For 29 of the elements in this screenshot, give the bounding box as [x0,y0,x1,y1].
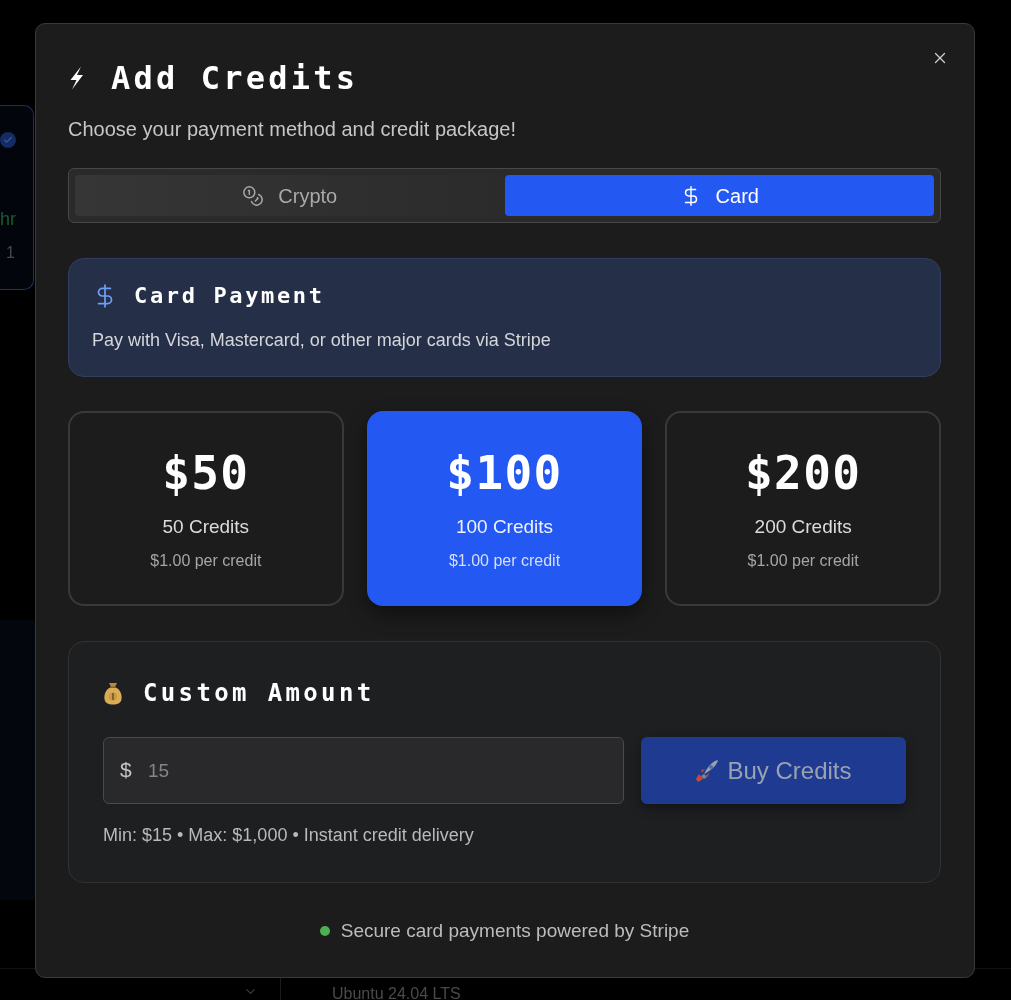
card-count: 1 [6,243,16,263]
money-bag-icon [103,681,123,705]
payment-tab[interactable]: Card [504,175,934,216]
package-credits: 100 Credits [455,515,554,539]
coins-icon [242,184,265,207]
security-note: Secure card payments powered by Stripe [340,919,690,943]
amount-limits-note: Min: $15 • Max: $1,000 • Instant credit delivery [103,824,475,847]
package-rate: $1.00 per credit [150,551,262,571]
lightning-icon [68,66,85,90]
dialog-subtitle: Choose your payment method and credit package! [68,117,518,142]
package-card[interactable]: $50 50 Credits $1.00 per credit [68,411,344,606]
os-label: Ubuntu 24.04 LTS [332,985,461,1000]
package-credits: 50 Credits [162,515,250,539]
dialog-title: Add Credits [111,58,359,98]
panel-description: Pay with Visa, Mastercard, or other major cards via Stripe [92,329,552,352]
package-price: $100 [446,445,563,501]
panel-title: Card Payment [134,282,325,310]
package-credits: 200 Credits [754,515,852,539]
card-label: hr [0,208,17,230]
package-card[interactable]: $200 200 Credits $1.00 per credit [665,411,941,606]
package-card[interactable]: $100 100 Credits $1.00 per credit [366,411,643,606]
currency-symbol: $ [120,757,132,783]
rocket-icon [695,758,720,783]
status-dot-icon [319,926,330,936]
package-rate: $1.00 per credit [747,551,859,571]
custom-amount-title: Custom Amount [143,678,375,709]
package-rate: $1.00 per credit [448,551,561,571]
package-price: $200 [745,445,862,501]
package-price: $50 [162,445,250,501]
